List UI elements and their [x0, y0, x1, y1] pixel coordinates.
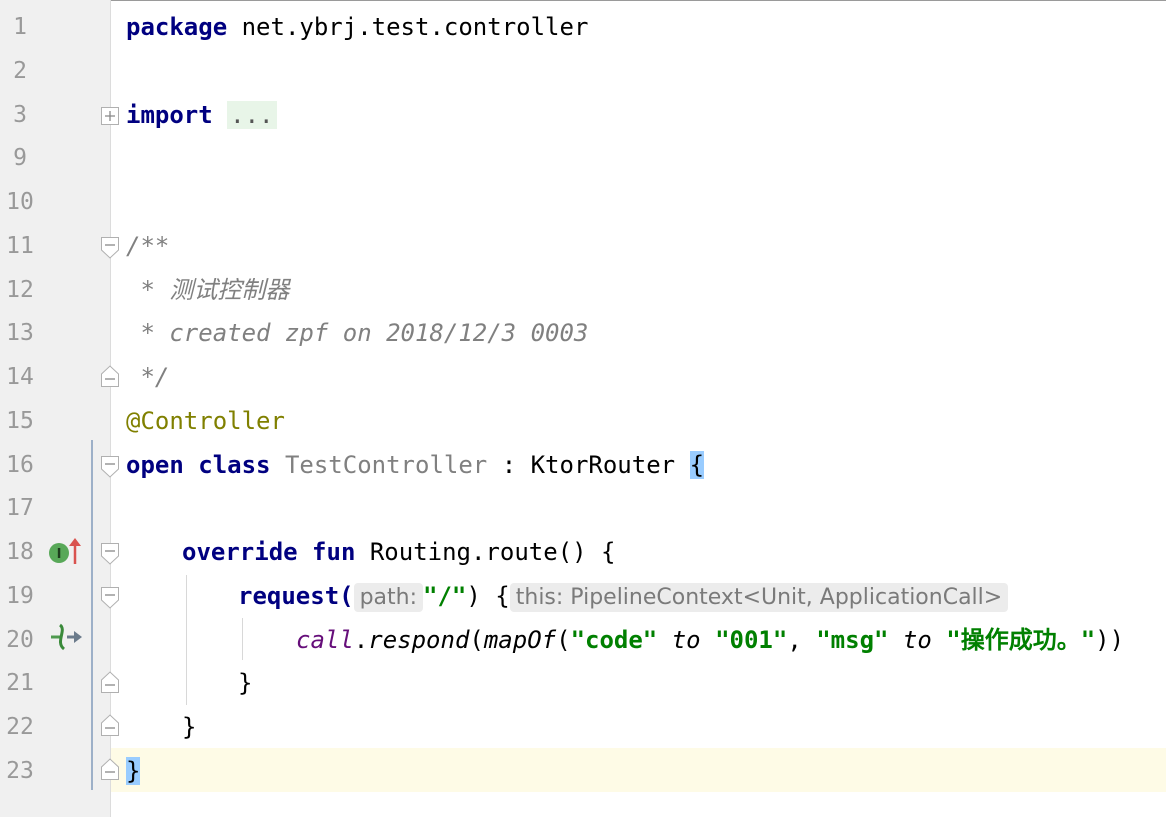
- code-line: * created zpf on 2018/12/3 0003: [0, 312, 1166, 356]
- code-line: }: [0, 750, 1166, 794]
- keyword: fun: [312, 538, 356, 566]
- matched-brace: }: [126, 757, 141, 785]
- keyword: import: [126, 101, 213, 129]
- code-line: package net.ybrj.test.controller: [0, 6, 1166, 50]
- infix-to: to: [888, 626, 947, 654]
- open-paren: (: [469, 626, 484, 654]
- close-paren: ) {: [466, 582, 510, 610]
- call-property: call: [296, 626, 354, 654]
- code-line: }: [0, 662, 1166, 706]
- string-literal: "msg": [816, 626, 889, 654]
- function-call: respond: [368, 626, 470, 654]
- keyword: class: [198, 451, 271, 479]
- function-signature: Routing.route() {: [369, 538, 616, 566]
- class-name: TestController: [284, 451, 488, 479]
- doc-comment: * 测试控制器: [126, 276, 290, 304]
- comma: ,: [787, 626, 817, 654]
- line-number: 2: [13, 58, 27, 84]
- code-editor[interactable]: 1 2 3 9 10 11 12 13 14 15 16 17 18 19 20…: [0, 0, 1166, 817]
- string-literal: "code": [570, 626, 658, 654]
- code-line: * 测试控制器: [0, 269, 1166, 313]
- doc-comment: */: [126, 363, 170, 391]
- line-number: 9: [13, 145, 27, 171]
- dot: .: [353, 626, 369, 654]
- line-number: 17: [6, 495, 34, 521]
- receiver-hint: this: PipelineContext<Unit, ApplicationC…: [509, 583, 1009, 612]
- code-line: import ...: [0, 94, 1166, 138]
- supertype: KtorRouter: [530, 451, 676, 479]
- doc-comment: /**: [126, 232, 170, 260]
- keyword: open: [126, 451, 184, 479]
- close-brace: }: [238, 669, 253, 697]
- close-paren: )): [1095, 626, 1125, 654]
- keyword: package: [126, 13, 228, 41]
- code-line: call.respond(mapOf("code" to "001", "msg…: [0, 619, 1166, 663]
- infix-to: to: [657, 626, 716, 654]
- doc-comment: * created zpf on 2018/12/3 0003: [126, 319, 589, 347]
- code-line: @Controller: [0, 400, 1166, 444]
- close-brace: }: [182, 713, 197, 741]
- keyword: override: [182, 538, 298, 566]
- code-line: request(path: "/") {this: PipelineContext…: [0, 575, 1166, 619]
- code-line: override fun Routing.route() {: [0, 531, 1166, 575]
- line-number: 10: [6, 189, 34, 215]
- parameter-hint: path:: [353, 583, 424, 612]
- string-literal: "操作成功。": [946, 626, 1096, 654]
- open-paren: (: [556, 626, 571, 654]
- folded-imports[interactable]: ...: [227, 101, 277, 129]
- string-literal: "001": [715, 626, 788, 654]
- annotation: @Controller: [126, 407, 285, 435]
- code-line: }: [0, 706, 1166, 750]
- colon: :: [487, 451, 531, 479]
- function-call: mapOf: [483, 626, 557, 654]
- code-line: */: [0, 356, 1166, 400]
- function-call: request(: [238, 582, 354, 610]
- package-name: net.ybrj.test.controller: [227, 13, 589, 41]
- code-line: /**: [0, 225, 1166, 269]
- matched-brace: {: [689, 451, 705, 479]
- string-literal: "/": [423, 582, 467, 610]
- code-line: open class TestController : KtorRouter {: [0, 444, 1166, 488]
